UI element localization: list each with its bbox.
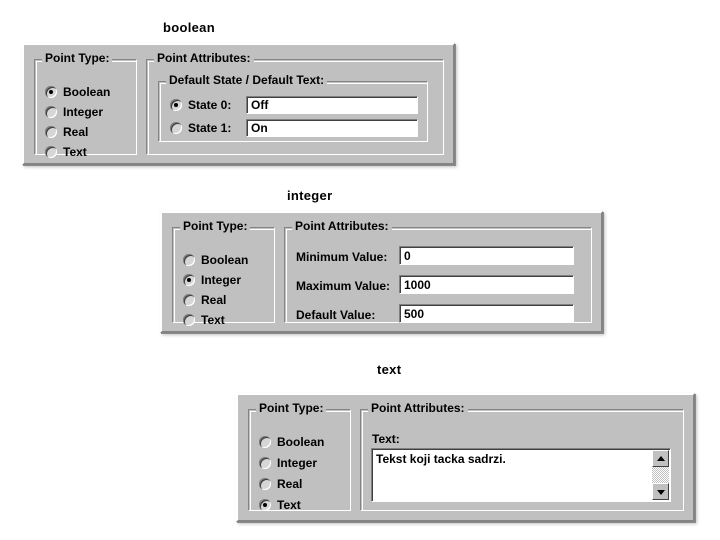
label-minimum-value: Minimum Value:	[296, 250, 388, 264]
group-legend-point-type: Point Type:	[180, 220, 251, 233]
input-default-value[interactable]: 500	[399, 304, 574, 323]
radio-indicator-icon	[183, 254, 195, 266]
dialog-integer: Point Type: Boolean Integer Real Text Po…	[160, 211, 603, 333]
radio-indicator-icon	[259, 499, 271, 511]
input-minimum-value[interactable]: 0	[399, 246, 574, 265]
radio-text[interactable]: Text	[183, 313, 225, 327]
radio-indicator-icon	[183, 274, 195, 286]
radio-indicator-icon	[45, 126, 57, 138]
radio-label: Integer	[277, 456, 318, 470]
radio-indicator-icon	[183, 294, 195, 306]
radio-label: Integer	[63, 105, 104, 119]
radio-label: Real	[277, 477, 303, 491]
radio-state-1[interactable]: State 1:	[170, 121, 231, 135]
radio-label: Text	[201, 313, 225, 327]
radio-boolean[interactable]: Boolean	[183, 253, 248, 267]
input-value: Off	[251, 98, 269, 112]
input-state-1-text[interactable]: On	[246, 119, 418, 137]
input-value: On	[251, 121, 268, 135]
group-default-state: Default State / Default Text: State 0: O…	[158, 74, 428, 142]
radio-indicator-icon	[183, 314, 195, 326]
radio-indicator-icon	[170, 122, 182, 134]
triangle-down-icon	[656, 489, 665, 495]
caption-boolean: boolean	[163, 20, 215, 35]
radio-integer[interactable]: Integer	[259, 456, 317, 470]
radio-label: Boolean	[63, 85, 111, 99]
group-point-attributes-text: Point Attributes: Text: Tekst koji tacka…	[360, 402, 684, 511]
radio-text[interactable]: Text	[45, 145, 87, 159]
radio-indicator-icon	[170, 99, 182, 111]
radio-label: Real	[63, 125, 89, 139]
scroll-up-button[interactable]	[652, 450, 669, 467]
radio-real[interactable]: Real	[183, 293, 226, 307]
input-maximum-value[interactable]: 1000	[399, 275, 574, 294]
radio-boolean[interactable]: Boolean	[259, 435, 324, 449]
scroll-down-button[interactable]	[652, 483, 669, 500]
group-legend-default-state: Default State / Default Text:	[166, 74, 328, 87]
triangle-up-icon	[656, 455, 665, 461]
label-maximum-value: Maximum Value:	[296, 279, 391, 293]
label-text: Text:	[372, 432, 400, 446]
radio-label: Text	[63, 145, 87, 159]
radio-indicator-icon	[45, 106, 57, 118]
vertical-scrollbar[interactable]	[652, 450, 669, 500]
label-default-value: Default Value:	[296, 308, 376, 322]
screenshot-root: boolean Point Type: Boolean Integer Real…	[0, 0, 720, 540]
group-point-attributes-integer: Point Attributes: Minimum Value: 0 Maxim…	[284, 220, 592, 323]
radio-label: Boolean	[201, 253, 249, 267]
input-value: 0	[404, 248, 411, 263]
radio-indicator-icon	[259, 436, 271, 448]
input-value: 1000	[404, 277, 431, 292]
radio-integer[interactable]: Integer	[45, 105, 103, 119]
radio-state-0[interactable]: State 0:	[170, 98, 231, 112]
group-legend-point-type: Point Type:	[256, 402, 327, 415]
group-point-attributes-boolean: Point Attributes: Default State / Defaul…	[146, 52, 444, 155]
caption-text: text	[377, 362, 402, 377]
radio-indicator-icon	[45, 146, 57, 158]
group-point-type-integer: Point Type: Boolean Integer Real Text	[172, 220, 275, 327]
radio-label: State 1:	[188, 121, 232, 135]
group-point-type-text: Point Type: Boolean Integer Real Text	[248, 402, 351, 512]
radio-real[interactable]: Real	[45, 125, 88, 139]
radio-real[interactable]: Real	[259, 477, 302, 491]
textarea-text[interactable]: Tekst koji tacka sadrzi.	[371, 448, 671, 502]
group-legend-point-attributes: Point Attributes:	[292, 220, 392, 233]
group-legend-point-type: Point Type:	[42, 52, 113, 65]
radio-label: State 0:	[188, 98, 232, 112]
radio-indicator-icon	[259, 457, 271, 469]
radio-label: Boolean	[277, 435, 325, 449]
radio-text[interactable]: Text	[259, 498, 301, 512]
input-state-0-text[interactable]: Off	[246, 96, 418, 114]
radio-label: Integer	[201, 273, 242, 287]
radio-indicator-icon	[259, 478, 271, 490]
textarea-value: Tekst koji tacka sadrzi.	[376, 452, 506, 466]
group-legend-point-attributes: Point Attributes:	[368, 402, 468, 415]
radio-label: Text	[277, 498, 301, 512]
caption-integer: integer	[287, 188, 333, 203]
radio-integer[interactable]: Integer	[183, 273, 241, 287]
radio-indicator-icon	[45, 86, 57, 98]
radio-boolean[interactable]: Boolean	[45, 85, 110, 99]
input-value: 500	[404, 306, 425, 321]
dialog-text: Point Type: Boolean Integer Real Text Po…	[236, 393, 695, 522]
dialog-boolean: Point Type: Boolean Integer Real Text Po…	[22, 43, 455, 165]
radio-label: Real	[201, 293, 227, 307]
group-legend-point-attributes: Point Attributes:	[154, 52, 254, 65]
group-point-type-boolean: Point Type: Boolean Integer Real Text	[34, 52, 137, 159]
